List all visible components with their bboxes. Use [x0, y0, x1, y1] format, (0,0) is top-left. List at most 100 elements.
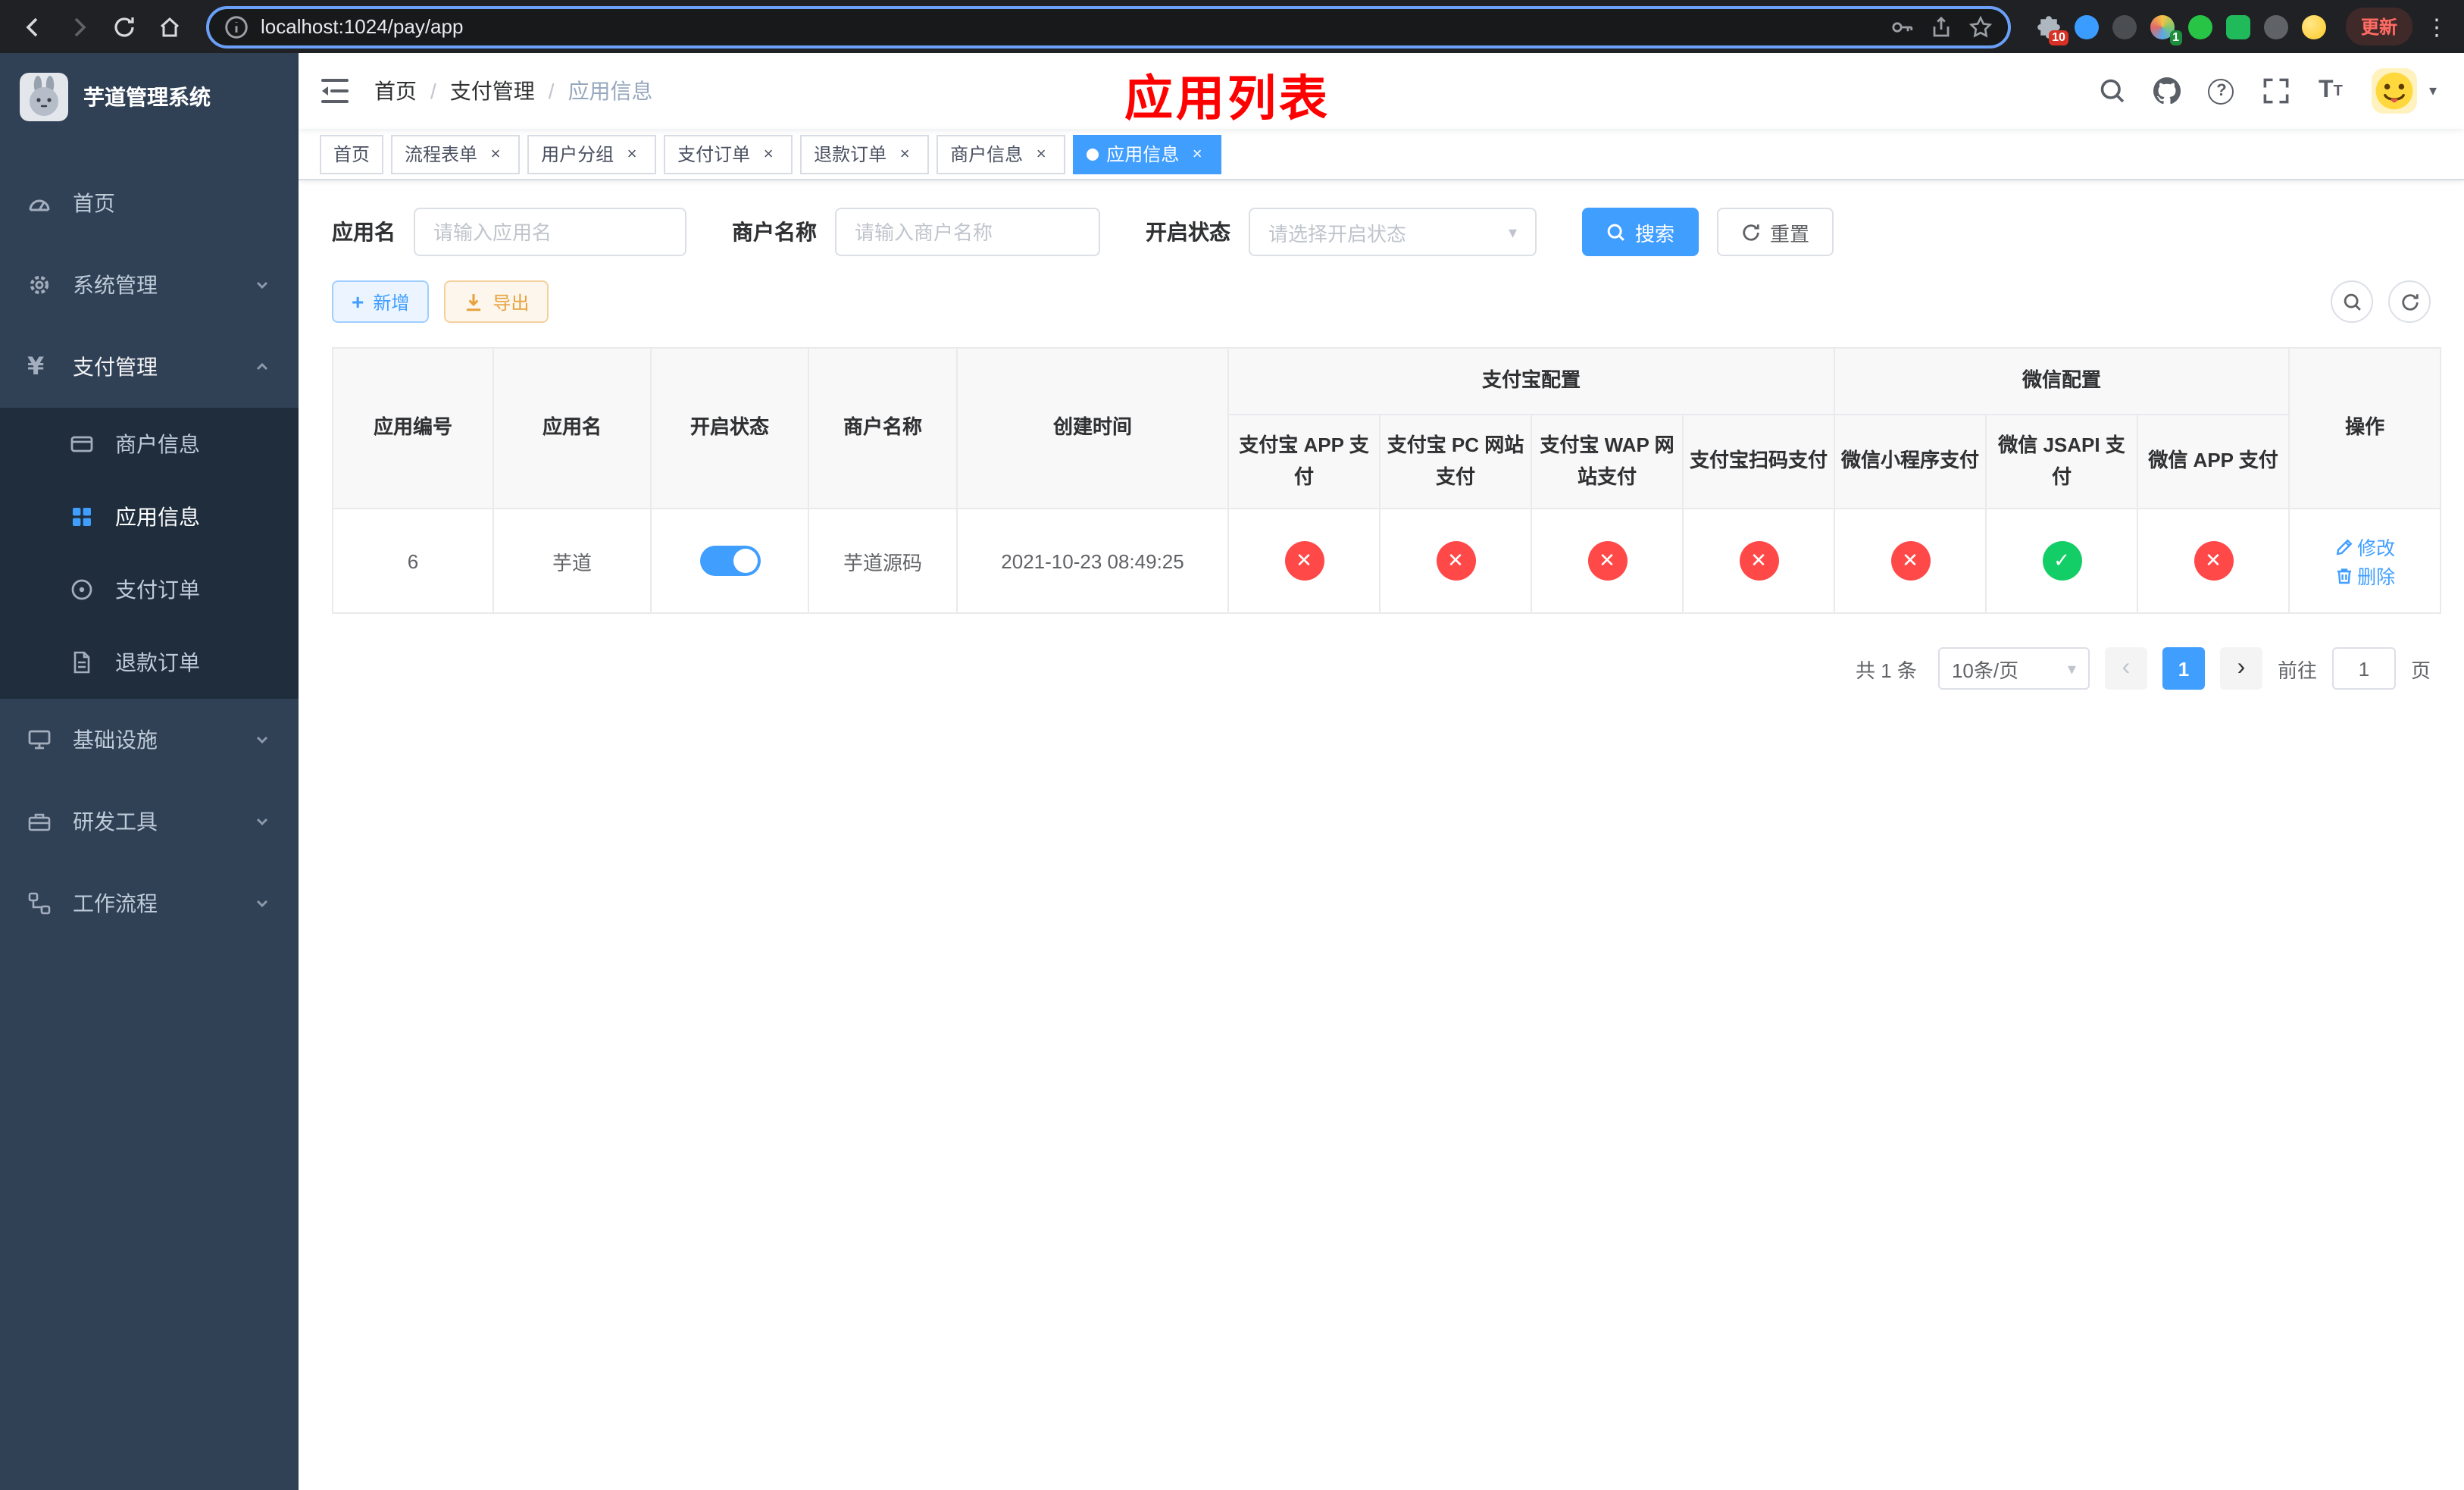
tab-payment-orders[interactable]: 支付订单: [664, 134, 793, 174]
status-icon: ✕: [1890, 541, 1931, 581]
breadcrumb: 首页 / 支付管理 / 应用信息: [374, 76, 653, 106]
refresh-icon[interactable]: [2388, 280, 2431, 323]
tab-label: 支付订单: [677, 144, 751, 165]
tab-process-form[interactable]: 流程表单: [391, 134, 521, 174]
user-avatar[interactable]: [2371, 68, 2417, 114]
sidebar-item-infrastructure[interactable]: 基础设施: [0, 699, 299, 781]
sidebar-item-workflow[interactable]: 工作流程: [0, 862, 299, 944]
browser-menu-icon[interactable]: [2422, 13, 2452, 40]
status-icon: ✓: [2042, 541, 2082, 581]
extension-drop-icon[interactable]: [2073, 13, 2100, 40]
merchant-name-input[interactable]: [835, 208, 1100, 256]
cell-wx-mini: ✕: [1834, 508, 1987, 615]
extensions-tray: 10 1: [2026, 13, 2337, 45]
enable-toggle[interactable]: [699, 546, 760, 577]
extension-notes-icon[interactable]: [2225, 13, 2252, 40]
page-number-current[interactable]: 1: [2162, 647, 2205, 690]
extension-puzzle-icon[interactable]: 10: [2035, 13, 2068, 45]
tab-user-group[interactable]: 用户分组: [527, 134, 657, 174]
add-button[interactable]: 新增: [332, 280, 430, 323]
help-icon[interactable]: ?: [2199, 68, 2244, 114]
status-select[interactable]: 请选择开启状态: [1249, 208, 1537, 256]
bookmark-star-icon[interactable]: [1968, 14, 1993, 39]
plus-icon: [352, 290, 364, 314]
merchant-name-label: 商户名称: [732, 220, 817, 244]
app-name-input[interactable]: [414, 208, 686, 256]
apps-table: 应用编号 应用名 开启状态 商户名称 创建时间 支付宝配置 微信配置 操作 支付…: [332, 346, 2442, 615]
sidebar-item-dev-tools[interactable]: 研发工具: [0, 781, 299, 862]
next-page-button[interactable]: [2219, 647, 2262, 690]
tab-refund-orders[interactable]: 退款订单: [800, 134, 930, 174]
goto-page-input[interactable]: [2331, 647, 2396, 690]
navbar-actions: ? TT: [2090, 68, 2440, 114]
sidebar-item-refund-orders[interactable]: 退款订单: [0, 626, 299, 699]
font-size-icon[interactable]: TT: [2308, 68, 2353, 114]
chevron-down-icon: [256, 818, 268, 826]
gear-icon: [27, 273, 52, 297]
share-icon[interactable]: [1929, 14, 1953, 39]
search-button[interactable]: 搜索: [1582, 208, 1699, 256]
github-icon[interactable]: [2144, 68, 2190, 114]
cell-wx-jsapi: ✓: [1985, 508, 2139, 615]
home-icon[interactable]: [149, 5, 191, 48]
breadcrumb-item-current: 应用信息: [568, 79, 653, 103]
sidebar-item-app-info[interactable]: 应用信息: [0, 480, 299, 553]
extension-emoji-icon[interactable]: [2300, 13, 2328, 40]
password-key-icon[interactable]: [1890, 14, 1914, 39]
sidebar-item-label: 首页: [73, 191, 115, 215]
sidebar-item-home[interactable]: 首页: [0, 162, 299, 244]
extension-pin-icon[interactable]: [2262, 13, 2290, 40]
sidebar-item-merchant-info[interactable]: 商户信息: [0, 408, 299, 480]
pagination-total: 共 1 条: [1856, 659, 1917, 682]
tab-close-icon[interactable]: [1187, 143, 1208, 164]
reset-button[interactable]: 重置: [1717, 208, 1834, 256]
browser-update-button[interactable]: 更新: [2345, 8, 2412, 45]
sidebar-item-label: 研发工具: [73, 809, 158, 834]
site-info-icon[interactable]: [224, 14, 249, 39]
tab-merchant-info[interactable]: 商户信息: [937, 134, 1066, 174]
url-text[interactable]: localhost:1024/pay/app: [261, 15, 1878, 38]
tab-close-icon[interactable]: [1030, 143, 1052, 164]
sidebar-menu: 首页 系统管理 ¥ 支付管理 商户信息 应用信息 支付订单 退款订单 基础设施 …: [0, 141, 299, 944]
forward-icon[interactable]: [58, 5, 100, 48]
chevron-down-icon: [256, 281, 268, 290]
tags-view: 首页 流程表单 用户分组 支付订单 退款订单: [299, 129, 2464, 180]
fullscreen-icon[interactable]: [2253, 68, 2299, 114]
extension-wechat-icon[interactable]: [2187, 13, 2214, 40]
back-icon[interactable]: [12, 5, 55, 48]
tab-close-icon[interactable]: [758, 143, 779, 164]
tab-label: 用户分组: [541, 144, 614, 165]
monitor-icon: [27, 728, 52, 752]
sidebar-toggle-icon[interactable]: [299, 53, 374, 129]
page-size-select[interactable]: 10条/页: [1937, 647, 2090, 690]
edit-link[interactable]: 修改: [2334, 533, 2395, 562]
sidebar-item-payment[interactable]: ¥ 支付管理: [0, 326, 299, 408]
tab-app-info-active[interactable]: 应用信息: [1073, 134, 1222, 174]
col-header-id: 应用编号: [332, 346, 494, 510]
reload-icon[interactable]: [103, 5, 145, 48]
sidebar-item-system[interactable]: 系统管理: [0, 244, 299, 326]
cell-ops: 修改 删除: [2288, 508, 2442, 615]
tab-close-icon[interactable]: [621, 143, 643, 164]
active-tab-dot: [1087, 148, 1099, 160]
document-icon: [70, 650, 94, 675]
breadcrumb-item[interactable]: 支付管理: [450, 76, 535, 106]
delete-link[interactable]: 删除: [2334, 562, 2395, 590]
export-button[interactable]: 导出: [444, 280, 549, 323]
extension-avatar-icon[interactable]: 1: [2149, 13, 2182, 45]
tab-label: 首页: [333, 144, 371, 165]
header-search-icon[interactable]: [2090, 68, 2135, 114]
breadcrumb-item[interactable]: 首页: [374, 76, 417, 106]
toggle-search-icon[interactable]: [2331, 280, 2373, 323]
avatar-caret-icon[interactable]: [2426, 83, 2440, 99]
tab-close-icon[interactable]: [485, 143, 506, 164]
tab-home[interactable]: 首页: [320, 134, 384, 174]
app-logo: [20, 73, 68, 121]
prev-page-button[interactable]: [2104, 647, 2147, 690]
address-bar[interactable]: localhost:1024/pay/app: [206, 5, 2011, 48]
dashboard-icon: [27, 191, 52, 215]
extension-dark-icon[interactable]: [2111, 13, 2138, 40]
sidebar-item-payment-orders[interactable]: 支付订单: [0, 553, 299, 626]
goto-unit-label: 页: [2410, 659, 2431, 682]
tab-close-icon[interactable]: [894, 143, 915, 164]
